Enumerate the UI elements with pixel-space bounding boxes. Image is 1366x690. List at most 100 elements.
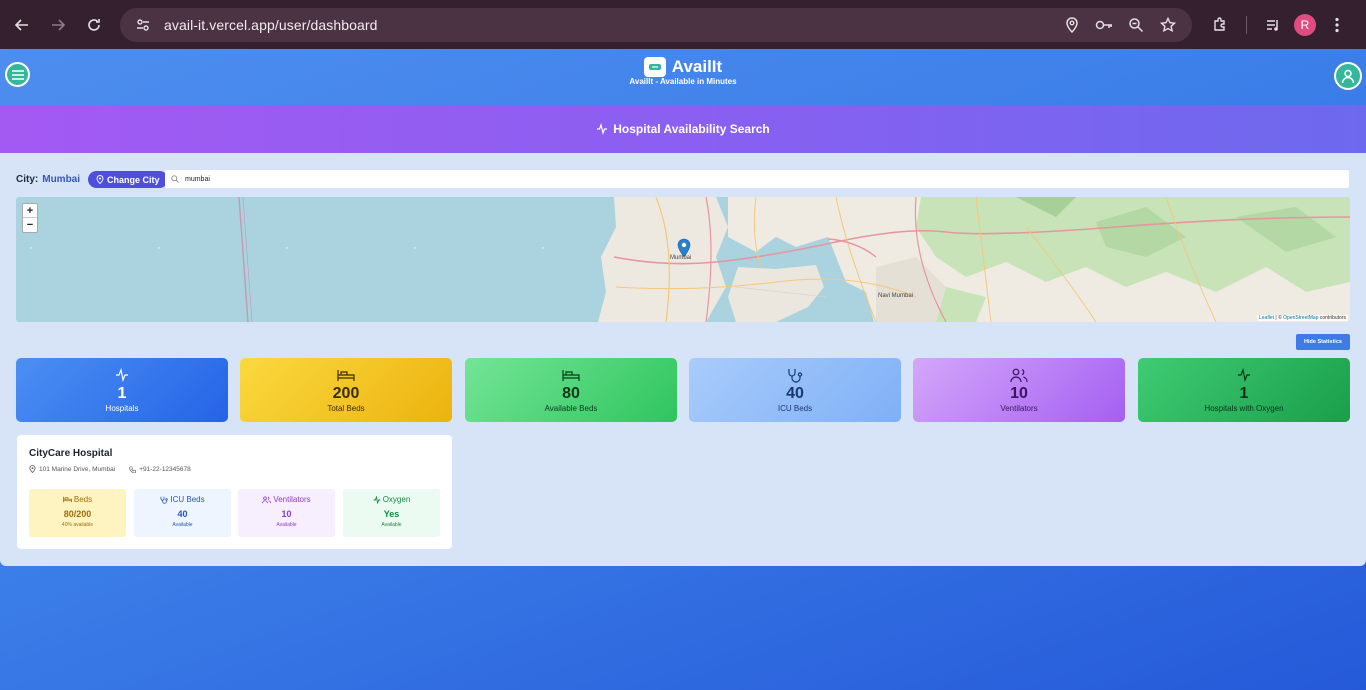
extensions-icon[interactable]: [1204, 9, 1236, 41]
stat-label: Total Beds: [327, 403, 365, 413]
more-menu-icon[interactable]: [1321, 9, 1353, 41]
icu-box-title: ICU Beds: [170, 495, 205, 504]
stethoscope-icon: [787, 368, 803, 383]
city-selector: City: Mumbai Change City: [16, 171, 168, 188]
address-bar[interactable]: avail-it.vercel.app/user/dashboard: [120, 8, 1192, 42]
hospital-address: 101 Marine Drive, Mumbai: [39, 465, 116, 473]
hospital-name: CityCare Hospital: [29, 448, 113, 459]
stat-card-oxygen[interactable]: 1 Hospitals with Oxygen: [1138, 358, 1350, 422]
icu-box-value: 40: [177, 509, 188, 519]
oxygen-box-value: Yes: [383, 509, 400, 519]
search-icon: [171, 175, 179, 183]
change-city-label: Change City: [107, 174, 160, 185]
stat-value: 10: [1010, 384, 1028, 402]
change-city-button[interactable]: Change City: [88, 171, 168, 188]
leaflet-link[interactable]: Leaflet: [1259, 315, 1274, 321]
app-logo-icon: [643, 57, 666, 77]
activity-icon: [115, 368, 129, 383]
site-settings-icon[interactable]: [130, 12, 156, 38]
stat-card-available-beds[interactable]: 80 Available Beds: [465, 358, 677, 422]
stethoscope-icon: [160, 496, 169, 504]
toolbar-divider: [1246, 16, 1247, 34]
stat-label: Hospitals: [105, 403, 139, 413]
ventilators-box: Ventilators 10 Available: [238, 489, 335, 537]
vent-box-value: 10: [281, 509, 292, 519]
hide-statistics-button[interactable]: Hide Statistics: [1296, 334, 1350, 350]
hospital-card[interactable]: CityCare Hospital 101 Marine Drive, Mumb…: [17, 435, 452, 549]
vent-box-sub: Available: [276, 522, 297, 528]
stat-value: 1: [117, 384, 127, 402]
stat-value: 80: [562, 384, 580, 402]
stat-label: Available Beds: [544, 403, 598, 413]
map-pin-icon: [29, 465, 36, 473]
oxygen-box: Oxygen Yes Available: [343, 489, 440, 537]
app-header: AvailIt AvailIt - Available in Minutes: [0, 49, 1366, 105]
beds-box-value: 80/200: [63, 509, 92, 519]
hospital-phone[interactable]: +91-22-12345678: [139, 466, 191, 473]
map-label-navi-mumbai: Navi Mumbai: [878, 293, 914, 299]
media-control-icon[interactable]: [1257, 9, 1289, 41]
city-value: Mumbai: [42, 174, 81, 185]
back-button[interactable]: [4, 7, 40, 43]
activity-icon: [373, 495, 381, 504]
phone-icon: [129, 466, 137, 473]
map-zoom-control: + −: [22, 203, 38, 233]
activity-icon: [597, 123, 608, 135]
user-icon: [1341, 69, 1355, 84]
profile-initial: R: [1294, 14, 1316, 36]
icu-box-sub: Available: [172, 522, 193, 528]
activity-icon: [1237, 368, 1251, 383]
osm-link[interactable]: OpenStreetMap: [1283, 315, 1318, 321]
bookmark-star-icon[interactable]: [1156, 13, 1180, 37]
hospital-meta: 101 Marine Drive, Mumbai +91-22-12345678: [29, 465, 191, 473]
beds-box-title: Beds: [73, 495, 93, 504]
beds-box-sub: 40% available: [61, 522, 94, 528]
brand[interactable]: AvailIt AvailIt - Available in Minutes: [0, 57, 1366, 86]
forward-button[interactable]: [40, 7, 76, 43]
reload-icon: [88, 19, 100, 31]
zoom-icon[interactable]: [1124, 13, 1148, 37]
statistics-row: 1 Hospitals 200 Total Beds 80 Available …: [16, 358, 1350, 422]
oxygen-box-sub: Available: [381, 522, 402, 528]
search-input[interactable]: mumbai: [165, 170, 1349, 188]
stat-card-ventilators[interactable]: 10 Ventilators: [913, 358, 1125, 422]
attribution-tail: contributors: [1319, 315, 1346, 321]
app-tagline: AvailIt - Available in Minutes: [629, 77, 737, 86]
stat-label: ICU Beds: [777, 403, 813, 413]
stat-value: 40: [786, 384, 804, 402]
stat-card-total-beds[interactable]: 200 Total Beds: [240, 358, 452, 422]
reload-button[interactable]: [76, 7, 112, 43]
search-banner: Hospital Availability Search: [0, 105, 1366, 153]
map-label-mumbai: Mumbai: [670, 255, 692, 261]
arrow-left-icon: [14, 19, 28, 31]
icu-beds-box: ICU Beds 40 Available: [134, 489, 231, 537]
oxygen-box-title: Oxygen: [382, 495, 411, 504]
map-attribution: Leaflet | © OpenStreetMap contributors: [1257, 315, 1348, 321]
stat-label: Ventilators: [1000, 403, 1038, 413]
stat-card-icu-beds[interactable]: 40 ICU Beds: [689, 358, 901, 422]
banner-title: Hospital Availability Search: [613, 122, 770, 136]
url-text: avail-it.vercel.app/user/dashboard: [164, 17, 378, 33]
location-icon[interactable]: [1060, 13, 1084, 37]
map-pin-icon: [96, 175, 104, 184]
user-profile-button[interactable]: [1334, 62, 1362, 90]
stat-value: 200: [332, 384, 360, 402]
app-name: AvailIt: [671, 57, 723, 76]
zoom-out-button[interactable]: −: [23, 218, 37, 232]
attribution-separator: | ©: [1275, 315, 1282, 321]
bed-icon: [562, 368, 580, 383]
zoom-in-button[interactable]: +: [23, 204, 37, 218]
key-icon[interactable]: [1092, 13, 1116, 37]
users-icon: [1010, 368, 1028, 383]
bed-icon: [62, 496, 72, 503]
stat-label: Hospitals with Oxygen: [1204, 403, 1284, 413]
vent-box-title: Ventilators: [273, 495, 311, 504]
map-view[interactable]: Mumbai Navi Mumbai + − Leaflet | © OpenS…: [16, 197, 1350, 322]
city-label: City:: [16, 174, 39, 185]
bed-icon: [337, 368, 355, 383]
search-value: mumbai: [185, 175, 210, 183]
arrow-right-icon: [52, 19, 66, 31]
profile-avatar[interactable]: R: [1289, 9, 1321, 41]
browser-toolbar: avail-it.vercel.app/user/dashboard R: [0, 0, 1366, 49]
stat-card-hospitals[interactable]: 1 Hospitals: [16, 358, 228, 422]
